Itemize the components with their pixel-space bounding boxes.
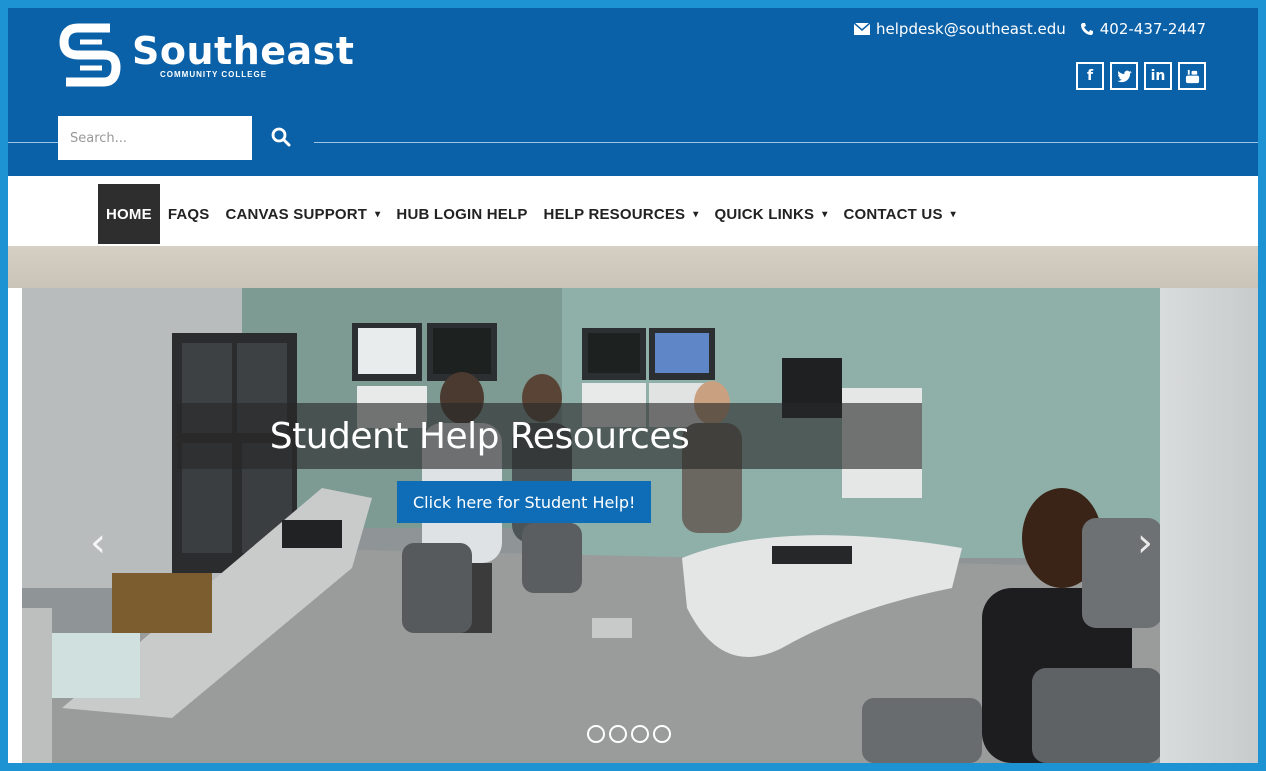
hero-title: Student Help Resources	[269, 415, 690, 457]
hero-top-band	[8, 246, 1258, 288]
facebook-icon[interactable]: f	[1076, 62, 1104, 90]
nav-label: QUICK LINKS	[714, 205, 815, 223]
twitter-icon[interactable]	[1110, 62, 1138, 90]
logo-name: Southeast	[132, 29, 355, 73]
contact-info: helpdesk@southeast.edu 402-437-2447	[854, 20, 1206, 38]
carousel-next-icon[interactable]: ›	[1137, 520, 1153, 566]
search-bar	[8, 112, 1258, 160]
nav-help-resources[interactable]: HELP RESOURCES ▾	[536, 184, 707, 244]
browser-frame: Southeast COMMUNITY COLLEGE helpdesk@sou…	[0, 0, 1266, 771]
carousel-indicators	[587, 725, 671, 743]
hero-side-panel	[1160, 288, 1258, 763]
carousel-dot[interactable]	[631, 725, 649, 743]
carousel-dot[interactable]	[609, 725, 627, 743]
chevron-down-icon: ▾	[950, 208, 956, 220]
chevron-down-icon: ▾	[375, 208, 381, 220]
nav-label: FAQS	[167, 205, 210, 223]
nav-canvas-support[interactable]: CANVAS SUPPORT ▾	[217, 184, 388, 244]
nav-label: CANVAS SUPPORT	[225, 205, 368, 223]
website: Southeast COMMUNITY COLLEGE helpdesk@sou…	[8, 8, 1258, 763]
envelope-icon	[854, 23, 871, 35]
email-link[interactable]: helpdesk@southeast.edu	[876, 20, 1066, 38]
nav-contact-us[interactable]: CONTACT US ▾	[835, 184, 963, 244]
carousel-prev-icon[interactable]: ‹	[90, 520, 106, 566]
linkedin-icon[interactable]: in	[1144, 62, 1172, 90]
nav-label: HELP RESOURCES	[543, 205, 686, 223]
site-header: Southeast COMMUNITY COLLEGE helpdesk@sou…	[8, 8, 1258, 176]
divider	[314, 142, 1258, 143]
nav-label: HOME	[106, 205, 152, 223]
nav-label: CONTACT US	[843, 205, 943, 223]
search-icon[interactable]	[270, 126, 292, 148]
chevron-down-icon: ▾	[693, 208, 699, 220]
hero-caption: Student Help Resources	[177, 403, 922, 469]
youtube-icon[interactable]	[1178, 62, 1206, 90]
nav-label: HUB LOGIN HELP	[396, 205, 528, 223]
divider	[8, 142, 58, 143]
college-s-logo-icon	[59, 23, 121, 87]
main-navigation: HOME FAQS CANVAS SUPPORT ▾ HUB LOGIN HELP…	[8, 176, 1258, 246]
carousel-dot[interactable]	[587, 725, 605, 743]
search-input[interactable]	[58, 116, 252, 160]
nav-faqs[interactable]: FAQS	[160, 184, 218, 244]
hero-carousel: Student Help Resources Click here for St…	[22, 288, 1258, 763]
logo[interactable]: Southeast COMMUNITY COLLEGE	[58, 22, 354, 88]
student-help-button[interactable]: Click here for Student Help!	[397, 481, 652, 523]
nav-home[interactable]: HOME	[98, 184, 160, 244]
phone-number[interactable]: 402-437-2447	[1100, 20, 1206, 38]
phone-icon	[1080, 23, 1093, 35]
chevron-down-icon: ▾	[822, 208, 828, 220]
nav-quick-links[interactable]: QUICK LINKS ▾	[707, 184, 836, 244]
hero-photo	[22, 288, 1258, 763]
social-links: f in	[1076, 62, 1206, 90]
carousel-dot[interactable]	[653, 725, 671, 743]
nav-hub-login-help[interactable]: HUB LOGIN HELP	[388, 184, 535, 244]
